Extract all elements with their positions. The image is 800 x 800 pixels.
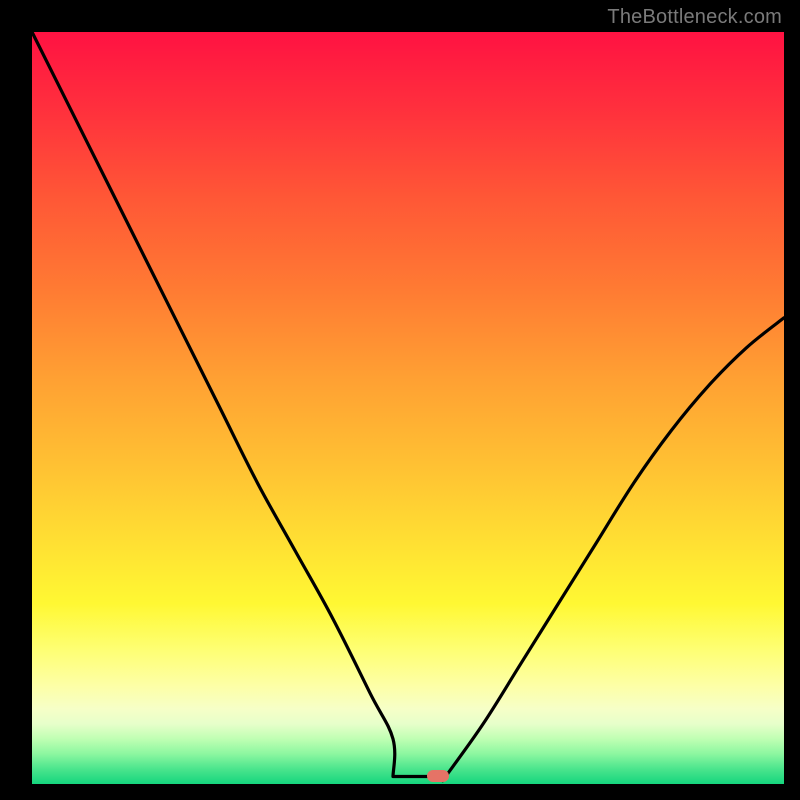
chart-frame: TheBottleneck.com: [0, 0, 800, 800]
bottleneck-curve: [32, 32, 784, 784]
watermark-text: TheBottleneck.com: [607, 6, 782, 29]
optimum-marker: [427, 770, 449, 782]
plot-area: [32, 32, 784, 784]
